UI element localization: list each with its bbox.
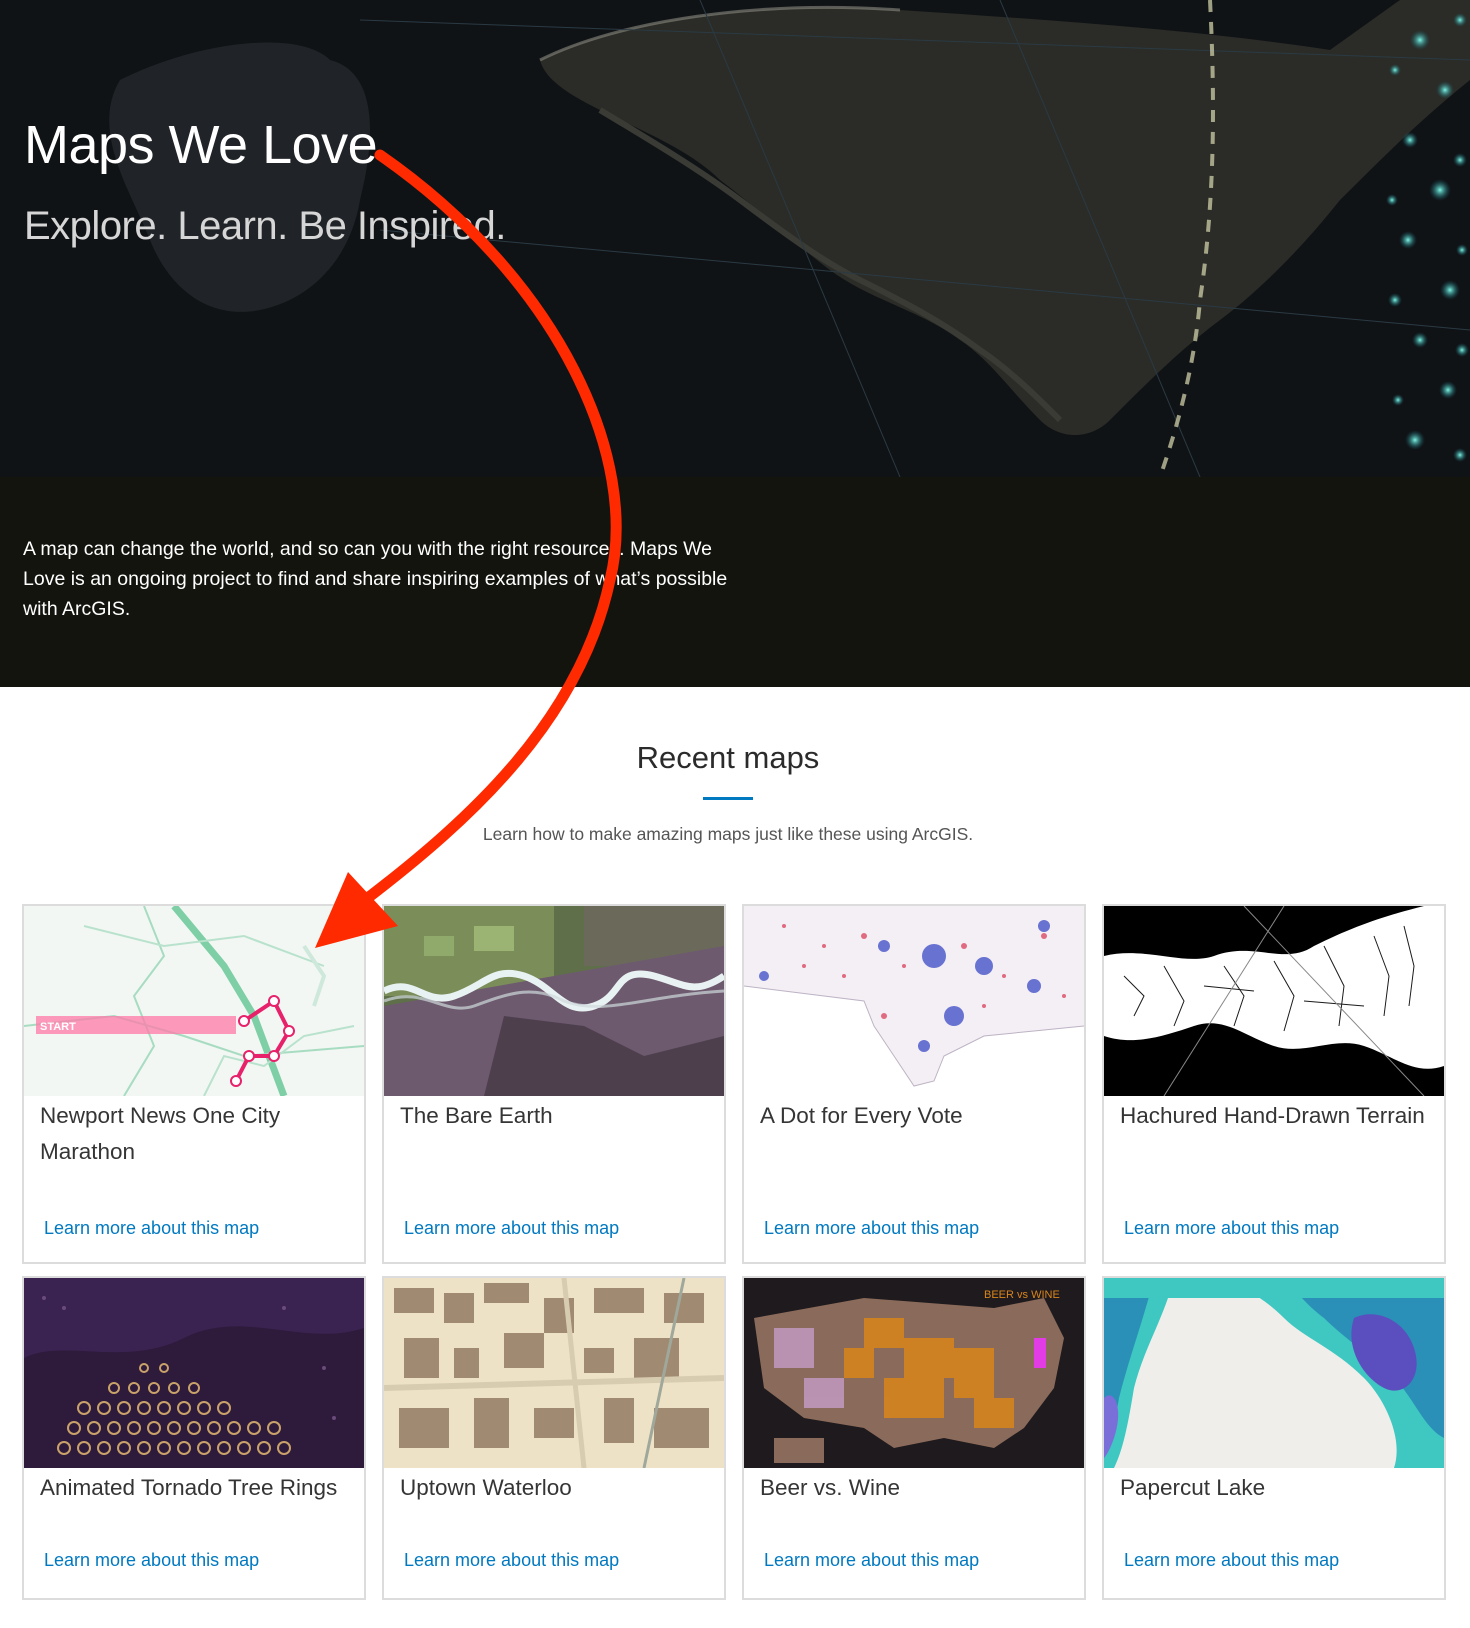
- hero-banner: Maps We Love Explore. Learn. Be Inspired…: [0, 0, 1470, 477]
- map-card-title[interactable]: Beer vs. Wine: [760, 1470, 1076, 1506]
- learn-more-link[interactable]: Learn more about this map: [44, 1218, 259, 1239]
- intro-text: A map can change the world, and so can y…: [23, 538, 728, 620]
- map-card[interactable]: A Dot for Every Vote Learn more about th…: [742, 904, 1086, 1264]
- start-label: START: [40, 1021, 76, 1033]
- intro-section: A map can change the world, and so can y…: [0, 477, 1470, 687]
- map-thumbnail[interactable]: [24, 1278, 364, 1468]
- learn-more-link[interactable]: Learn more about this map: [44, 1550, 259, 1571]
- map-thumbnail[interactable]: [384, 906, 724, 1096]
- learn-more-link[interactable]: Learn more about this map: [404, 1550, 619, 1571]
- map-thumbnail[interactable]: [1104, 906, 1444, 1096]
- page-title: Maps We Love: [24, 115, 378, 175]
- heading-underline: [703, 797, 753, 800]
- learn-more-link[interactable]: Learn more about this map: [764, 1218, 979, 1239]
- map-thumbnail[interactable]: [744, 906, 1084, 1096]
- map-card[interactable]: Papercut Lake Learn more about this map: [1102, 1276, 1446, 1600]
- map-card-title[interactable]: Newport News One City Marathon: [40, 1098, 356, 1170]
- recent-maps-subtitle: Learn how to make amazing maps just like…: [482, 824, 974, 844]
- learn-more-link[interactable]: Learn more about this map: [1124, 1218, 1339, 1239]
- map-card-title[interactable]: Animated Tornado Tree Rings: [40, 1470, 356, 1506]
- map-thumbnail[interactable]: [1104, 1278, 1444, 1468]
- learn-more-link[interactable]: Learn more about this map: [404, 1218, 619, 1239]
- map-card-title[interactable]: Hachured Hand-Drawn Terrain: [1120, 1098, 1436, 1134]
- map-card[interactable]: Uptown Waterloo Learn more about this ma…: [382, 1276, 726, 1600]
- map-card-title[interactable]: The Bare Earth: [400, 1098, 716, 1134]
- map-card-title[interactable]: Papercut Lake: [1120, 1470, 1436, 1506]
- map-card[interactable]: The Bare Earth Learn more about this map: [382, 904, 726, 1264]
- map-card-title[interactable]: A Dot for Every Vote: [760, 1098, 1076, 1134]
- beer-vs-wine-label: BEER vs WINE: [984, 1289, 1060, 1301]
- map-card[interactable]: Hachured Hand-Drawn Terrain Learn more a…: [1102, 904, 1446, 1264]
- map-card[interactable]: BEER vs WINE Beer vs. Wine Learn more ab…: [742, 1276, 1086, 1600]
- learn-more-link[interactable]: Learn more about this map: [1124, 1550, 1339, 1571]
- map-card-title[interactable]: Uptown Waterloo: [400, 1470, 716, 1506]
- recent-maps-heading: Recent maps: [636, 740, 820, 775]
- map-card[interactable]: START Newport News One City Marathon Lea…: [22, 904, 366, 1264]
- learn-more-link[interactable]: Learn more about this map: [764, 1550, 979, 1571]
- page-subtitle: Explore. Learn. Be Inspired.: [24, 204, 506, 248]
- map-thumbnail[interactable]: START: [24, 906, 364, 1096]
- map-thumbnail[interactable]: BEER vs WINE: [744, 1278, 1084, 1468]
- map-thumbnail[interactable]: [384, 1278, 724, 1468]
- map-card[interactable]: Animated Tornado Tree Rings Learn more a…: [22, 1276, 366, 1600]
